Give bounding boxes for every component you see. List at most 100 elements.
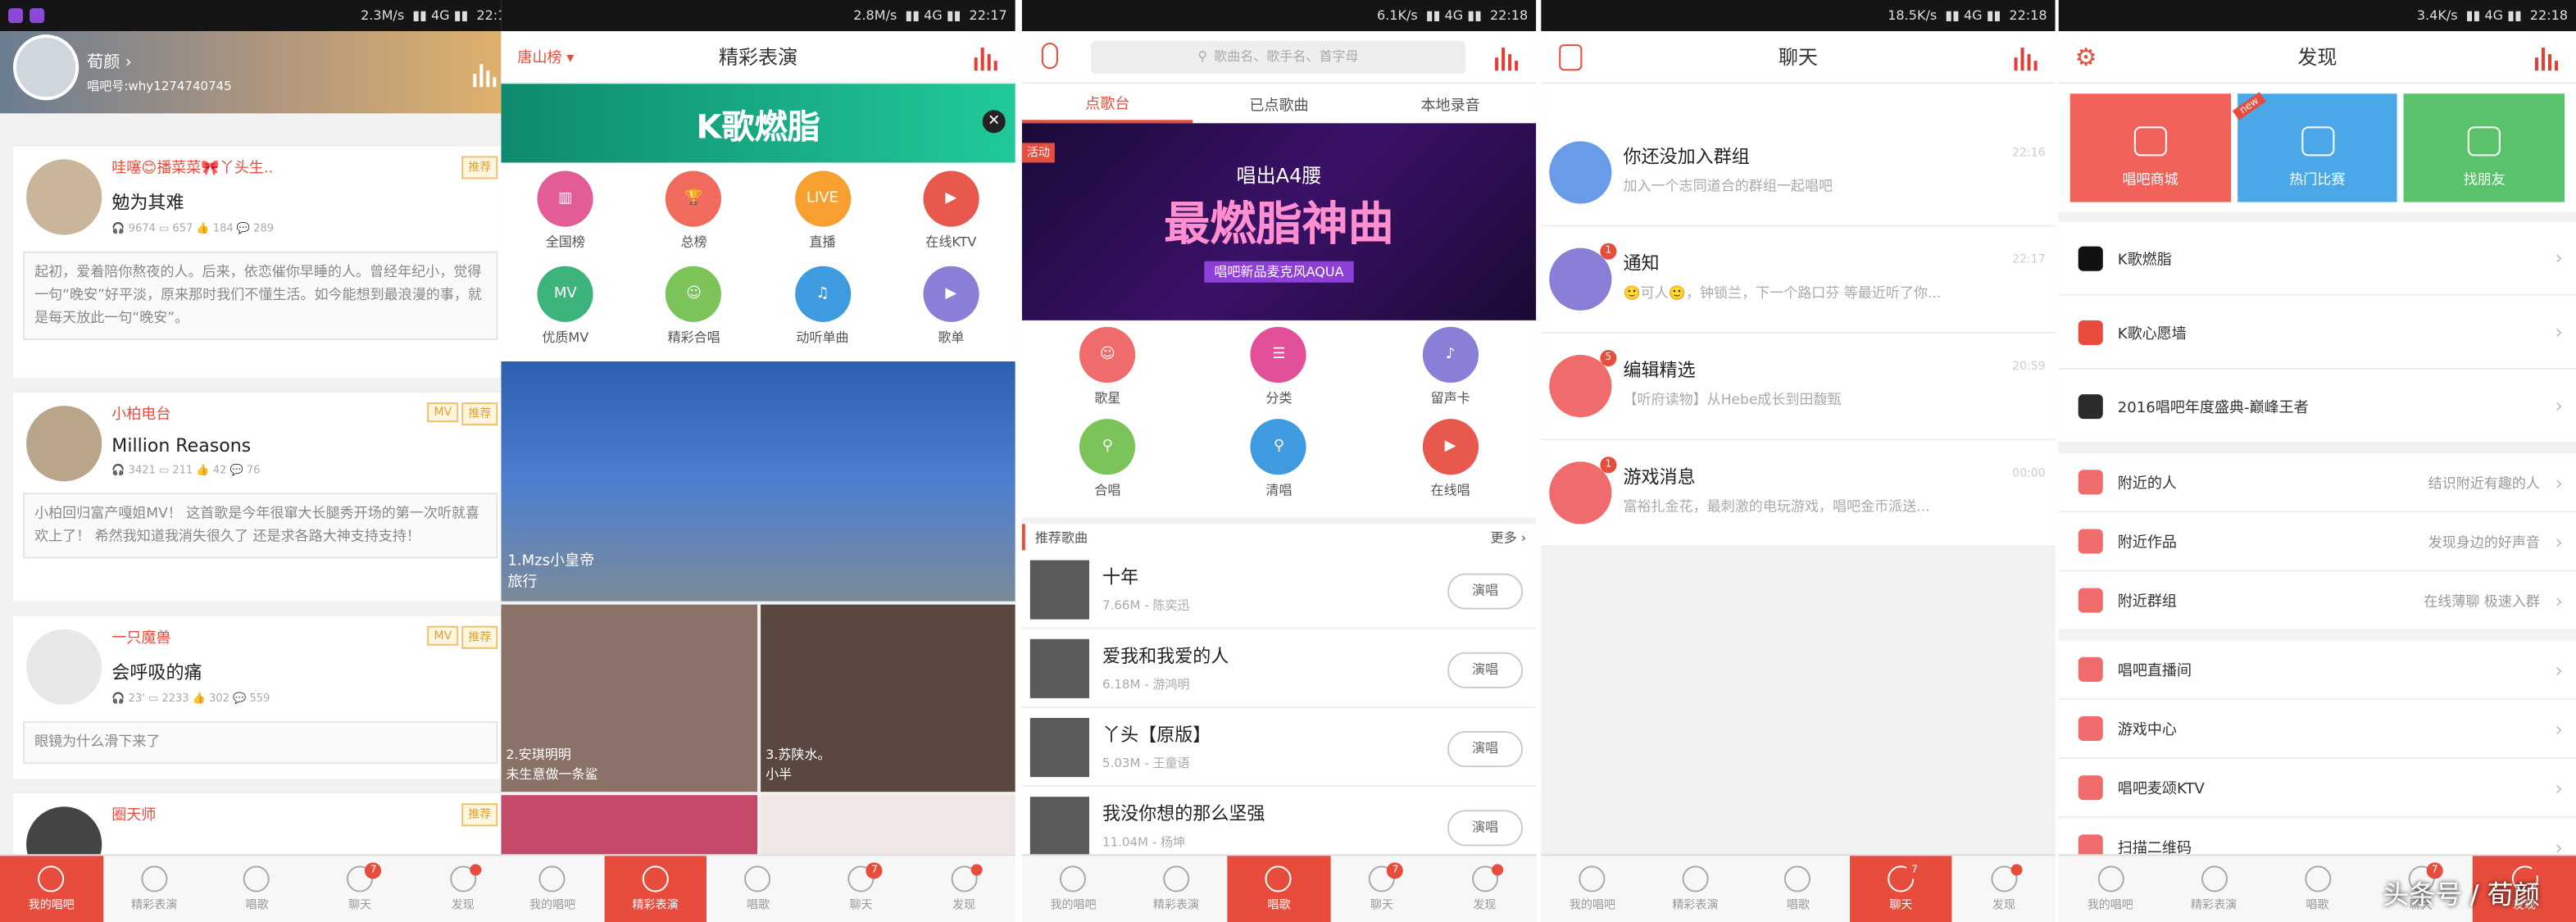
song-thumb[interactable] xyxy=(1029,559,1089,619)
song-thumb[interactable] xyxy=(1029,716,1089,777)
equalizer-icon[interactable] xyxy=(2013,44,2039,71)
tab-my-changba[interactable]: 我的唱吧 xyxy=(2059,856,2162,922)
equalizer-icon[interactable] xyxy=(2533,44,2560,71)
equalizer-icon[interactable] xyxy=(1493,44,1520,71)
song-thumb[interactable] xyxy=(1029,796,1089,856)
tab-discover[interactable]: 发现 xyxy=(411,856,514,922)
chat-row[interactable]: 5 编辑精选 【听府读物】从Hebe成长到田馥甄 20:59 xyxy=(1541,333,2056,441)
performance-tile[interactable]: 3.苏陕水。 小半 xyxy=(761,604,1015,793)
discover-tile[interactable]: 找朋友 xyxy=(2404,93,2565,202)
grid-item[interactable]: LIVE 直播 xyxy=(758,170,887,266)
tab-sing[interactable]: 唱歌 xyxy=(2265,856,2369,922)
tab-chat[interactable]: 聊天 7 xyxy=(810,856,912,922)
performance-tile[interactable] xyxy=(761,795,1015,861)
profile-name[interactable]: 荀颜 › xyxy=(87,48,131,72)
tab-chat[interactable]: 聊天 7 xyxy=(1849,856,1953,922)
discover-item[interactable]: 唱吧直播间 › xyxy=(2058,640,2576,700)
tab-sing[interactable]: 唱歌 xyxy=(206,856,308,922)
mic-icon[interactable] xyxy=(1041,43,1058,70)
grid-item[interactable]: ♪ 留声卡 xyxy=(1365,326,1536,419)
user-avatar[interactable] xyxy=(26,406,102,482)
tab-my-changba[interactable]: 我的唱吧 xyxy=(0,856,103,922)
feed-song[interactable]: 勉为其难 xyxy=(111,189,497,216)
chat-row[interactable]: 1 通知 🙂可人🙂，钟锁兰，下一个路口芬 等最近听了你... 22:17 xyxy=(1541,226,2056,334)
user-avatar[interactable] xyxy=(26,629,102,705)
tab-discover[interactable]: 发现 xyxy=(1433,856,1536,922)
profile-header[interactable]: 荀颜 › 唱吧号:why1274740745 xyxy=(0,31,515,114)
grid-item[interactable]: ⚲ 合唱 xyxy=(1022,419,1193,511)
discover-item[interactable]: 附近群组 在线薄聊 极速入群 › xyxy=(2058,571,2576,631)
grid-item[interactable]: 🏆 总榜 xyxy=(629,170,758,266)
promo-banner[interactable]: 活动 唱出A4腰 最燃脂神曲 唱吧新品麦克风AQUA xyxy=(1021,123,1537,320)
tab-perform[interactable]: 精彩表演 xyxy=(603,856,707,922)
grid-item[interactable]: ⚲ 清唱 xyxy=(1193,419,1365,511)
song-thumb[interactable] xyxy=(1029,638,1089,697)
tab-song-picker[interactable]: 点歌台 xyxy=(1021,84,1193,124)
discover-tile[interactable]: new 热门比赛 xyxy=(2232,91,2398,202)
grid-item[interactable]: ☺ 歌星 xyxy=(1022,326,1193,419)
sing-button[interactable]: 演唱 xyxy=(1447,652,1524,688)
feed-card[interactable]: MV 推荐 小柏电台 Million Reasons 🎧 3421 ▭ 211 … xyxy=(13,391,508,602)
tab-picked-songs[interactable]: 已点歌曲 xyxy=(1193,84,1365,123)
sing-button[interactable]: 演唱 xyxy=(1447,731,1524,768)
performance-tile[interactable]: 2.安琪明明 未生意做一条鲨 xyxy=(501,604,758,793)
discover-item[interactable]: 附近作品 发现身边的好声音 › xyxy=(2058,512,2576,572)
tab-sing[interactable]: 唱歌 xyxy=(706,856,809,922)
tab-discover[interactable]: 发现 xyxy=(1952,856,2055,922)
discover-item[interactable]: 附近的人 结识附近有趣的人 › xyxy=(2058,453,2576,513)
tab-perform[interactable]: 精彩表演 xyxy=(2162,856,2265,922)
featured-performance[interactable]: 1.Mzs小皇帝 旅行 xyxy=(501,361,1015,602)
tab-local-recordings[interactable]: 本地录音 xyxy=(1365,84,1536,123)
grid-item[interactable]: MV 优质MV xyxy=(501,266,629,361)
feed-song[interactable]: 会呼吸的痛 xyxy=(111,659,497,685)
close-icon[interactable]: ✕ xyxy=(982,110,1006,134)
tab-chat[interactable]: 聊天 7 xyxy=(1330,856,1433,922)
avatar[interactable] xyxy=(13,34,80,101)
song-row[interactable]: 爱我和我爱的人 6.18M - 游鸿明 演唱 xyxy=(1021,629,1537,708)
tab-discover[interactable]: 发现 xyxy=(912,856,1015,922)
grid-item[interactable]: ▥ 全国榜 xyxy=(501,170,629,266)
discover-item[interactable]: K歌心愿墙 › xyxy=(2058,295,2576,370)
tab-perform[interactable]: 精彩表演 xyxy=(1124,856,1227,922)
feed-user[interactable]: 哇噻😊播菜菜🎀丫头生.. xyxy=(111,156,497,179)
chat-row[interactable]: 你还没加入群组 加入一个志同道合的群组一起唱吧 22:16 xyxy=(1541,120,2056,227)
song-row[interactable]: 丫头【原版】 5.03M - 王童语 演唱 xyxy=(1021,707,1537,788)
tab-perform[interactable]: 精彩表演 xyxy=(102,856,205,922)
sing-button[interactable]: 演唱 xyxy=(1447,810,1524,847)
discover-item[interactable]: K歌燃脂 › xyxy=(2058,221,2576,296)
contacts-icon[interactable] xyxy=(1559,44,1583,71)
sing-button[interactable]: 演唱 xyxy=(1447,573,1524,610)
discover-item[interactable]: 唱吧麦颂KTV › xyxy=(2058,759,2576,819)
tab-sing[interactable]: 唱歌 xyxy=(1227,856,1331,922)
equalizer-icon[interactable] xyxy=(973,44,999,71)
settings-gear-icon[interactable]: ⚙ xyxy=(2075,43,2097,72)
more-link[interactable]: 更多 › xyxy=(1491,528,1527,546)
tab-chat[interactable]: 聊天 7 xyxy=(308,856,411,922)
tab-my-changba[interactable]: 我的唱吧 xyxy=(501,856,603,922)
feed-card[interactable]: MV 推荐 一只魔兽 会呼吸的痛 🎧 23' ▭ 2233 👍 302 💬 55… xyxy=(13,614,508,779)
grid-item[interactable]: ▶ 在线唱 xyxy=(1365,419,1536,511)
feed-card[interactable]: 推荐 圈天师 xyxy=(13,792,508,883)
user-avatar[interactable] xyxy=(26,159,102,235)
equalizer-icon[interactable] xyxy=(471,61,497,88)
tab-my-changba[interactable]: 我的唱吧 xyxy=(1022,856,1124,922)
grid-item[interactable]: ▶ 在线KTV xyxy=(887,170,1015,266)
grid-item[interactable]: ♫ 动听单曲 xyxy=(758,266,887,361)
grid-item[interactable]: ▶ 歌单 xyxy=(887,266,1015,361)
city-selector[interactable]: 唐山榜 ▾ xyxy=(517,46,574,67)
performance-tile[interactable] xyxy=(501,795,758,861)
chat-avatar[interactable] xyxy=(1549,141,1612,204)
tab-perform[interactable]: 精彩表演 xyxy=(1644,856,1747,922)
feed-user[interactable]: 圈天师 xyxy=(111,803,497,826)
discover-tile[interactable]: 唱吧商城 xyxy=(2069,93,2231,202)
grid-item[interactable]: ☺ 精彩合唱 xyxy=(629,266,758,361)
search-input[interactable]: ⚲ 歌曲名、歌手名、首字母 xyxy=(1090,40,1466,74)
song-row[interactable]: 十年 7.66M - 陈奕迅 演唱 xyxy=(1021,550,1537,629)
feed-card[interactable]: 推荐 哇噻😊播菜菜🎀丫头生.. 勉为其难 🎧 9674 ▭ 657 👍 184 … xyxy=(13,144,508,379)
discover-item[interactable]: 2016唱吧年度盛典-巅峰王者 › xyxy=(2058,370,2576,444)
discover-item[interactable]: 游戏中心 › xyxy=(2058,699,2576,760)
ad-banner[interactable]: K歌燃脂 ✕ xyxy=(501,84,1015,163)
feed-song[interactable]: Million Reasons xyxy=(111,435,497,456)
tab-sing[interactable]: 唱歌 xyxy=(1747,856,1849,922)
grid-item[interactable]: ☰ 分类 xyxy=(1193,326,1365,419)
